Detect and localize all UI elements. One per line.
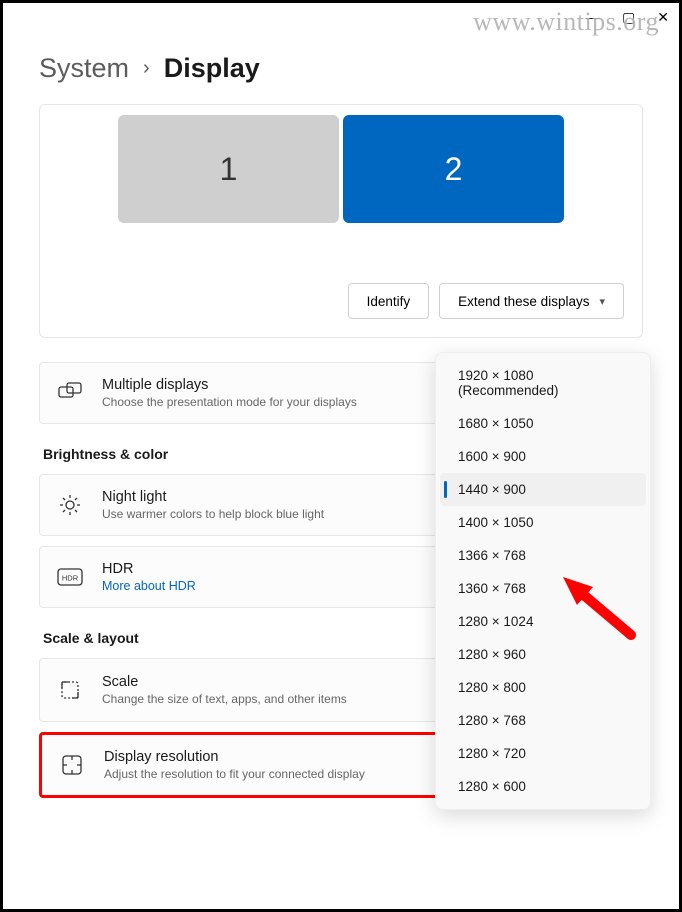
- resolution-option[interactable]: 1440 × 900: [440, 473, 646, 506]
- page-title: Display: [164, 53, 260, 84]
- extend-label: Extend these displays: [458, 294, 589, 309]
- resolution-option[interactable]: 1600 × 900: [436, 440, 650, 473]
- resolution-options-dropdown[interactable]: 1920 × 1080 (Recommended)1680 × 10501600…: [435, 352, 651, 810]
- minimize-button[interactable]: —: [586, 9, 600, 26]
- monitor-1[interactable]: 1: [118, 115, 339, 223]
- breadcrumb-parent[interactable]: System: [39, 53, 129, 84]
- monitor-2[interactable]: 2: [343, 115, 564, 223]
- extend-displays-dropdown[interactable]: Extend these displays ▾: [439, 283, 624, 319]
- resolution-option[interactable]: 1920 × 1080 (Recommended): [436, 359, 650, 407]
- hdr-icon: HDR: [56, 563, 84, 591]
- resolution-option[interactable]: 1360 × 768: [436, 572, 650, 605]
- resolution-option[interactable]: 1400 × 1050: [436, 506, 650, 539]
- scale-icon: [56, 676, 84, 704]
- resolution-option[interactable]: 1280 × 600: [436, 770, 650, 803]
- display-arrangement-panel: 1 2 Identify Extend these displays ▾: [39, 104, 643, 338]
- resolution-option[interactable]: 1366 × 768: [436, 539, 650, 572]
- night-light-icon: [56, 491, 84, 519]
- window-controls: — ▢ ✕: [586, 9, 669, 26]
- maximize-button[interactable]: ▢: [622, 9, 635, 26]
- svg-text:HDR: HDR: [62, 574, 79, 583]
- breadcrumb: System › Display: [39, 53, 643, 84]
- resolution-icon: [58, 751, 86, 779]
- displays-icon: [56, 379, 84, 407]
- resolution-option[interactable]: 1280 × 1024: [436, 605, 650, 638]
- resolution-option[interactable]: 1280 × 800: [436, 671, 650, 704]
- resolution-option[interactable]: 1280 × 960: [436, 638, 650, 671]
- resolution-option[interactable]: 1280 × 720: [436, 737, 650, 770]
- identify-button[interactable]: Identify: [348, 283, 430, 319]
- resolution-option[interactable]: 1680 × 1050: [436, 407, 650, 440]
- chevron-down-icon: ▾: [599, 295, 605, 308]
- resolution-option[interactable]: 1280 × 768: [436, 704, 650, 737]
- close-button[interactable]: ✕: [657, 9, 669, 26]
- chevron-right-icon: ›: [143, 57, 150, 80]
